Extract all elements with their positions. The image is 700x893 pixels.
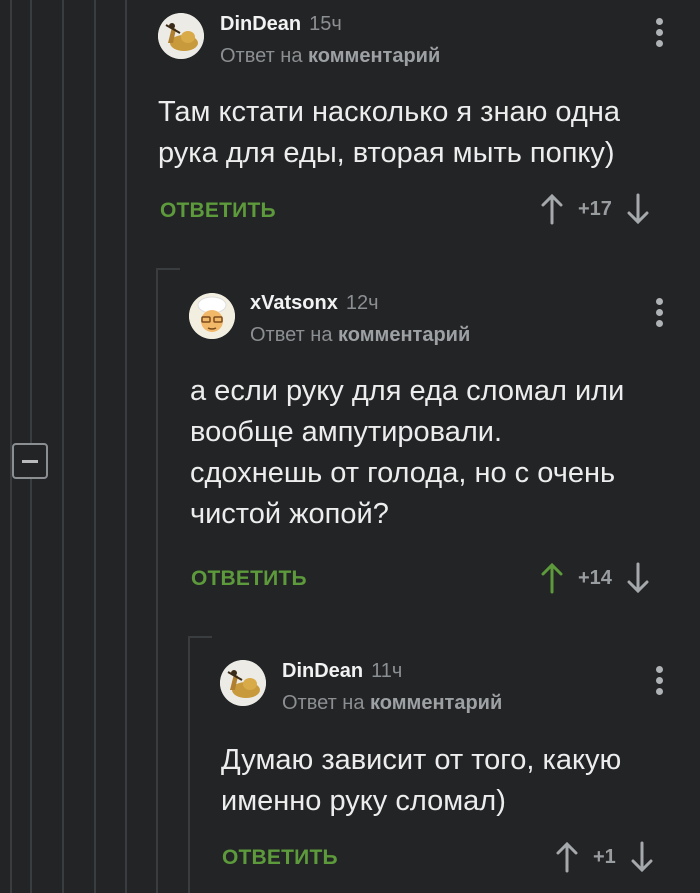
- chef-avatar-icon: [189, 293, 235, 339]
- reply-prefix: Ответ на: [282, 692, 365, 714]
- vote-controls: +17: [540, 193, 650, 225]
- comment-text-line: сдохнешь от голода, но с очень: [190, 457, 616, 489]
- arrow-down-icon[interactable]: [630, 841, 654, 873]
- reply-target-link[interactable]: комментарий: [308, 45, 440, 67]
- username-text: DinDean: [282, 660, 364, 682]
- username[interactable]: DinDean 11ч: [282, 660, 402, 683]
- reply-to-line: Ответ на комментарий: [282, 692, 502, 715]
- avatar[interactable]: [189, 293, 235, 339]
- comment-text-line: именно руку сломал): [221, 785, 506, 817]
- timestamp: 15ч: [309, 13, 342, 35]
- timestamp: 12ч: [345, 292, 379, 314]
- timestamp: 11ч: [371, 660, 403, 682]
- thread-line: [125, 0, 127, 893]
- collapse-thread-button[interactable]: [12, 443, 48, 479]
- reply-button[interactable]: ОТВЕТИТЬ: [222, 846, 338, 870]
- thread-connector: [156, 268, 180, 270]
- reply-button[interactable]: ОТВЕТИТЬ: [160, 199, 276, 223]
- vote-controls: +14: [540, 562, 650, 594]
- vote-score: +17: [578, 197, 612, 220]
- vote-score: +1: [593, 845, 616, 868]
- reply-to-line: Ответ на комментарий: [250, 324, 470, 347]
- comment-text-line: вообще ампутировали.: [190, 416, 503, 448]
- vote-score: +14: [578, 566, 612, 589]
- thread-line: [188, 636, 190, 893]
- comment-text-line: а если руку для еда сломал или: [190, 375, 625, 407]
- comment-text: Думаю зависит от того, какую именно руку…: [221, 740, 621, 822]
- arrow-down-icon[interactable]: [626, 562, 650, 594]
- thread-line: [62, 0, 64, 893]
- comment-menu-icon[interactable]: [654, 298, 664, 330]
- username[interactable]: DinDean 15ч: [220, 13, 342, 36]
- comment-menu-icon[interactable]: [654, 18, 664, 50]
- avatar[interactable]: [158, 13, 204, 59]
- username-text: xVatsonx: [250, 292, 338, 314]
- comment-text-line: Думаю зависит от того, какую: [221, 744, 622, 776]
- vote-controls: +1: [555, 841, 654, 873]
- reply-target-link[interactable]: комментарий: [370, 692, 502, 714]
- thread-line: [156, 268, 158, 893]
- reply-to-line: Ответ на комментарий: [220, 45, 440, 68]
- comment-text: а если руку для еда сломал или вообще ам…: [190, 371, 624, 535]
- comment-text-line: Там кстати насколько я знаю одна: [158, 96, 620, 128]
- reply-prefix: Ответ на: [220, 45, 303, 67]
- reply-target-link[interactable]: комментарий: [338, 324, 470, 346]
- reply-prefix: Ответ на: [250, 324, 333, 346]
- comment-menu-icon[interactable]: [654, 666, 664, 698]
- camel-avatar-icon: [220, 660, 266, 706]
- reply-button[interactable]: ОТВЕТИТЬ: [191, 567, 307, 591]
- camel-avatar-icon: [158, 13, 204, 59]
- username-text: DinDean: [220, 13, 302, 35]
- arrow-up-icon[interactable]: [540, 562, 564, 594]
- comment-text-line: чистой жопой?: [190, 498, 389, 530]
- comment-text: Там кстати насколько я знаю одна рука дл…: [158, 92, 620, 174]
- username[interactable]: xVatsonx 12ч: [250, 292, 379, 315]
- minus-icon: [22, 459, 38, 463]
- arrow-down-icon[interactable]: [626, 193, 650, 225]
- avatar[interactable]: [220, 660, 266, 706]
- comment-text-line: рука для еды, вторая мыть попку): [158, 137, 615, 169]
- arrow-up-icon[interactable]: [540, 193, 564, 225]
- thread-connector: [188, 636, 212, 638]
- thread-line: [94, 0, 96, 893]
- arrow-up-icon[interactable]: [555, 841, 579, 873]
